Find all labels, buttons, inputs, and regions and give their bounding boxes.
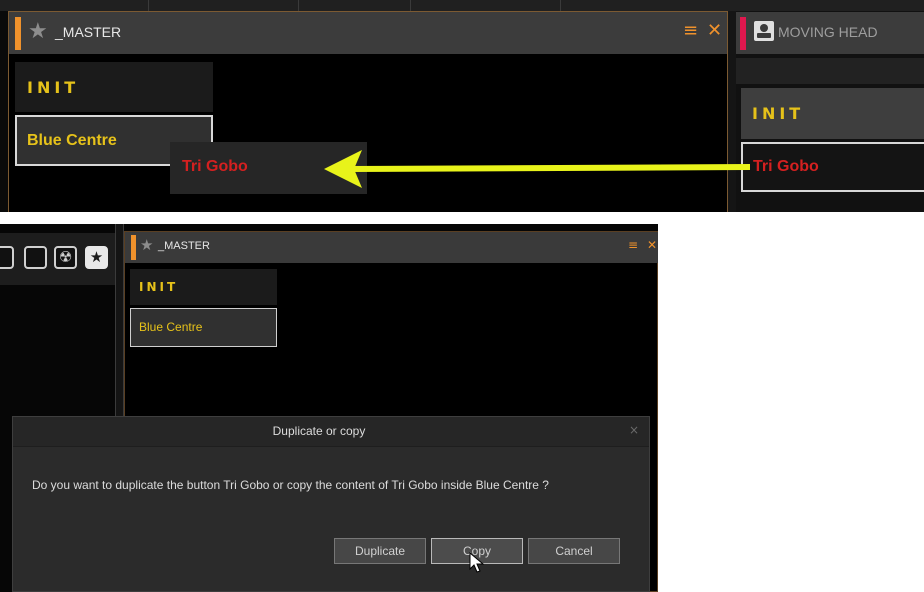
master-accent-bar [15,17,21,50]
dialog-message: Do you want to duplicate the button Tri … [32,478,549,492]
mouse-cursor-icon [469,552,485,573]
tri-gobo-button[interactable]: Tri Gobo [741,142,924,192]
blank-square-icon[interactable] [24,246,47,269]
init-button[interactable]: INIT [130,269,277,305]
bottom-screenshot-panel: ☢ ★ ★ _MASTER ≡ ✕ INIT Blue Centre Dupli… [0,224,658,592]
dragged-tri-gobo-label: Tri Gobo [182,158,248,175]
star-icon[interactable]: ★ [28,20,48,44]
master-title: _MASTER [158,240,210,252]
moving-head-accent-bar [740,17,746,50]
close-icon[interactable]: ✕ [707,20,722,42]
divider [148,0,149,11]
moving-head-strip [736,58,924,84]
blue-centre-button-label: Blue Centre [27,132,117,149]
top-strip [0,0,924,11]
divider [410,0,411,11]
master-title: _MASTER [55,24,122,40]
init-button-label: INIT [27,78,80,97]
moving-head-init-label: INIT [752,104,805,123]
master-accent-bar [131,235,136,260]
init-button[interactable]: INIT [15,62,213,112]
dialog-close-icon[interactable]: × [629,423,639,437]
star-glyph: ★ [89,248,104,266]
cancel-button[interactable]: Cancel [528,538,620,564]
fixture-icon [754,21,774,41]
radiation-glyph: ☢ [58,248,73,266]
blue-centre-button[interactable]: Blue Centre [130,308,277,347]
tri-gobo-label: Tri Gobo [753,158,819,175]
duplicate-button[interactable]: Duplicate [334,538,426,564]
menu-icon[interactable]: ≡ [628,238,638,252]
divider [560,0,561,11]
init-button-label: INIT [139,280,179,294]
star-icon[interactable]: ★ [85,246,108,269]
close-icon[interactable]: ✕ [647,238,657,252]
divider [298,0,299,11]
star-icon[interactable]: ★ [140,236,153,254]
radiation-icon[interactable]: ☢ [54,246,77,269]
moving-head-init-button[interactable]: INIT [741,88,924,139]
moving-head-title: MOVING HEAD [778,24,878,40]
menu-icon[interactable]: ≡ [683,20,698,42]
blue-centre-button-label: Blue Centre [139,320,203,334]
top-screenshot-panel: ★ _MASTER ≡ ✕ INIT Blue Centre Tri Gobo … [0,0,924,212]
dialog-title: Duplicate or copy [272,424,366,438]
drag-arrow-icon [324,150,750,188]
blank-square-icon[interactable] [0,246,14,269]
